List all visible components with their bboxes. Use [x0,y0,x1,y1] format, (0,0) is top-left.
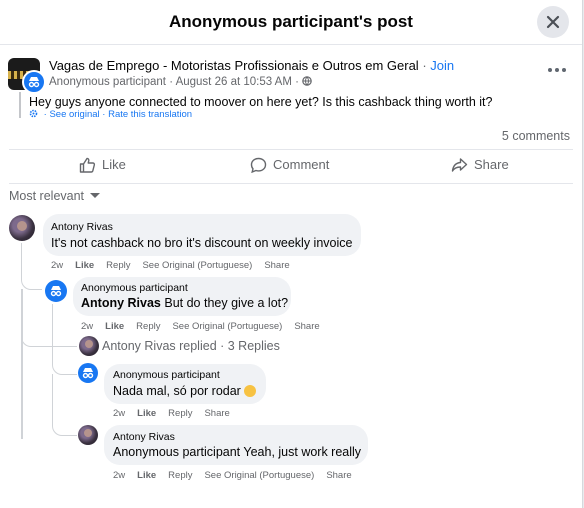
sort-dropdown[interactable]: Most relevant [9,189,101,203]
thread-connector [52,374,77,436]
post-author: Anonymous participant [49,76,166,88]
share-label: Share [474,157,509,172]
comment-share-link[interactable]: Share [326,470,351,481]
caret-down-icon [90,193,101,198]
translation-bar [19,92,21,118]
comment-share-link[interactable]: Share [264,260,289,271]
comment-time[interactable]: 2w [51,260,63,271]
anonymous-avatar[interactable] [78,363,98,383]
globe-icon [302,76,312,86]
comment-actions: 2w Like Reply Share [113,408,242,419]
anonymous-icon [82,368,94,379]
comment-actions: 2w Like Reply See Original (Portuguese) Shar… [51,260,302,271]
divider [9,149,573,150]
anonymous-avatar[interactable] [45,280,67,302]
anonymous-badge-icon [22,70,46,94]
group-name[interactable]: Vagas de Emprego - Motoristas Profission… [49,58,419,73]
comment-reply-link[interactable]: Reply [136,321,160,332]
divider [9,183,573,184]
avatar[interactable] [9,215,35,241]
comment-see-original-link[interactable]: See Original (Portuguese) [204,470,314,481]
thumbs-up-icon [79,157,96,173]
thread-connector [21,243,42,290]
post-dialog: Anonymous participant's post Vagas de Em… [0,0,583,508]
comment-actions: 2w Like Reply See Original (Portuguese) Shar… [81,321,332,332]
comment-time[interactable]: 2w [113,408,125,419]
thread-connector [52,304,77,375]
comment-author[interactable]: Antony Rivas [113,431,175,443]
comment-like-link[interactable]: Like [75,260,94,271]
comment-label: Comment [273,157,330,172]
post-text: Hey guys anyone connected to moover on h… [29,95,493,109]
comment-time[interactable]: 2w [81,321,93,332]
comment-button[interactable]: Comment [250,157,330,174]
comment-author[interactable]: Anonymous participant [81,282,188,294]
comment-author[interactable]: Antony Rivas [51,221,113,233]
gear-icon [29,109,38,118]
close-button[interactable] [537,6,569,38]
comment-see-original-link[interactable]: See Original (Portuguese) [142,260,252,271]
comments-count[interactable]: 5 comments [502,129,570,143]
close-icon [546,15,560,29]
sort-label: Most relevant [9,189,85,203]
comment-mention[interactable]: Antony Rivas [81,296,161,310]
more-options-icon[interactable] [548,66,568,74]
share-button[interactable]: Share [451,157,509,173]
comment-reply-link[interactable]: Reply [168,470,192,481]
comment-text: Anonymous participant Yeah, just work re… [113,445,362,459]
comment-text: Antony Rivas But do they give a lot? [81,296,289,310]
post-date[interactable]: August 26 at 10:53 AM [176,76,292,88]
comment-like-link[interactable]: Like [137,408,156,419]
translation-links: · See original · Rate this translation [29,109,192,120]
comment-bubble-icon [250,157,267,174]
dialog-header: Anonymous participant's post [0,0,582,45]
relieved-emoji-icon [243,385,256,397]
post-meta: Anonymous participant · August 26 at 10:… [49,76,312,88]
avatar[interactable] [78,425,98,445]
comment-like-link[interactable]: Like [137,470,156,481]
like-button[interactable]: Like [79,157,126,173]
share-arrow-icon [451,158,468,172]
avatar [79,336,99,356]
comment-reply-link[interactable]: Reply [168,408,192,419]
group-header: Vagas de Emprego - Motoristas Profission… [49,58,455,73]
comment-see-original-link[interactable]: See Original (Portuguese) [172,321,282,332]
comment-share-link[interactable]: Share [294,321,319,332]
comment-reply-link[interactable]: Reply [106,260,130,271]
see-original-link[interactable]: See original [49,109,99,120]
comment-mention[interactable]: Anonymous participant [113,445,240,459]
dialog-title: Anonymous participant's post [169,12,413,31]
like-label: Like [102,157,126,172]
comment-author[interactable]: Anonymous participant [113,369,220,381]
comment-actions: 2w Like Reply See Original (Portuguese) Shar… [113,470,364,481]
anonymous-icon [50,286,62,297]
join-link[interactable]: Join [430,58,454,73]
comment-text: Nada mal, só por rodar [113,384,256,398]
comment-text: It's not cashback no bro it's discount o… [51,236,353,250]
view-replies-link[interactable]: Antony Rivas replied · 3 Replies [102,339,280,353]
comment-like-link[interactable]: Like [105,321,124,332]
comment-share-link[interactable]: Share [204,408,229,419]
rate-translation-link[interactable]: Rate this translation [108,109,192,120]
comment-time[interactable]: 2w [113,470,125,481]
